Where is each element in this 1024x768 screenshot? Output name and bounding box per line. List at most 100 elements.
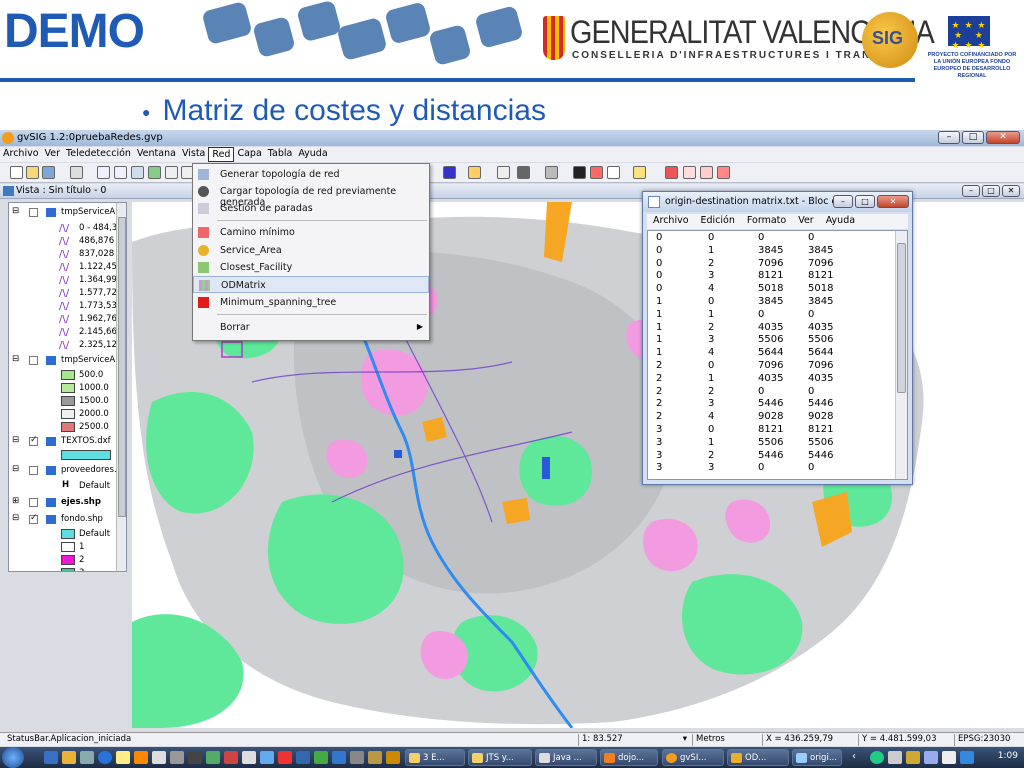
- quicklaunch-icon[interactable]: [350, 751, 364, 764]
- menu-item-gestion-paradas[interactable]: Gestión de paradas: [193, 200, 429, 217]
- layer-visibility-checkbox[interactable]: [29, 513, 38, 524]
- toc-layer[interactable]: ⊟ tmpServiceAr: [9, 206, 119, 219]
- toc-scrollbar[interactable]: [116, 203, 126, 571]
- quicklaunch-icon[interactable]: [332, 751, 346, 764]
- rect-icon[interactable]: [590, 166, 603, 179]
- menu-ver[interactable]: Ver: [42, 147, 64, 162]
- zoom-out-icon[interactable]: [114, 166, 127, 179]
- layers-icon[interactable]: [70, 166, 83, 179]
- save-icon[interactable]: [42, 166, 55, 179]
- menu-item-camino-minimo[interactable]: Camino mínimo: [193, 224, 429, 241]
- frame-icon[interactable]: [607, 166, 620, 179]
- notepad-menu-edicion[interactable]: Edición: [695, 214, 741, 229]
- notepad-menu-ver[interactable]: Ver: [792, 214, 820, 229]
- taskbar-item[interactable]: dojo...: [600, 749, 658, 766]
- pan-icon[interactable]: [148, 166, 161, 179]
- notepad-menu-archivo[interactable]: Archivo: [647, 214, 695, 229]
- quicklaunch-icon[interactable]: [116, 751, 130, 764]
- menu-item-cargar-topologia[interactable]: Cargar topología de red previamente gene…: [193, 183, 429, 208]
- menu-ayuda[interactable]: Ayuda: [295, 147, 330, 162]
- menu-item-borrar[interactable]: Borrar ▶: [193, 319, 429, 336]
- toc-layer[interactable]: ⊟ tmpServiceAr: [9, 354, 119, 367]
- close-button[interactable]: ✕: [986, 131, 1020, 144]
- network-barrier-icon[interactable]: [700, 166, 713, 179]
- toc-layer[interactable]: ⊟ TEXTOS.dxf: [9, 435, 119, 448]
- quicklaunch-icon[interactable]: [224, 751, 238, 764]
- layer-visibility-checkbox[interactable]: [29, 356, 38, 365]
- network-icon[interactable]: [960, 751, 974, 764]
- full-extent-icon[interactable]: [165, 166, 178, 179]
- quicklaunch-icon[interactable]: [278, 751, 292, 764]
- tray-icon[interactable]: [888, 751, 902, 764]
- notepad-scroll-thumb[interactable]: [897, 243, 906, 393]
- taskbar-item[interactable]: Java ...: [535, 749, 597, 766]
- network-flag-icon[interactable]: [665, 166, 678, 179]
- notepad-minimize-button[interactable]: –: [833, 195, 853, 208]
- menu-ventana[interactable]: Ventana: [134, 147, 179, 162]
- minimize-button[interactable]: –: [938, 131, 960, 144]
- menu-archivo[interactable]: Archivo: [0, 147, 42, 162]
- menu-vista[interactable]: Vista: [179, 147, 208, 162]
- start-button[interactable]: [2, 747, 24, 768]
- toc-scroll-thumb[interactable]: [118, 217, 126, 517]
- layer-visibility-checkbox[interactable]: [29, 435, 38, 446]
- quicklaunch-icon[interactable]: [314, 751, 328, 764]
- notepad-menu-ayuda[interactable]: Ayuda: [820, 214, 861, 229]
- quicklaunch-icon[interactable]: [170, 751, 184, 764]
- quicklaunch-icon[interactable]: [44, 751, 58, 764]
- taskbar-item[interactable]: JTS y...: [468, 749, 532, 766]
- layer-visibility-checkbox[interactable]: [29, 466, 38, 475]
- menu-item-generar-topologia[interactable]: Generar topología de red: [193, 166, 429, 183]
- scale-selector[interactable]: 1: 83.527 ▾: [578, 734, 690, 746]
- menu-item-minimum-spanning-tree[interactable]: Minimum_spanning_tree: [193, 294, 429, 311]
- quicklaunch-icon[interactable]: [152, 751, 166, 764]
- filter-icon[interactable]: [443, 166, 456, 179]
- tray-icon[interactable]: [870, 751, 884, 764]
- menu-capa[interactable]: Capa: [234, 147, 264, 162]
- view-minimize-button[interactable]: –: [962, 185, 980, 197]
- notepad-close-button[interactable]: ✕: [877, 195, 909, 208]
- taskbar-item[interactable]: 3 E...: [405, 749, 465, 766]
- quicklaunch-icon[interactable]: [386, 751, 400, 764]
- quicklaunch-icon[interactable]: [188, 751, 202, 764]
- quicklaunch-icon[interactable]: [80, 751, 94, 764]
- layer-visibility-checkbox[interactable]: [29, 208, 38, 217]
- menu-red[interactable]: Red: [208, 147, 235, 162]
- note-icon[interactable]: [633, 166, 646, 179]
- quicklaunch-icon[interactable]: [206, 751, 220, 764]
- taskbar-item[interactable]: origi...: [792, 749, 842, 766]
- notepad-scrollbar[interactable]: [895, 231, 907, 479]
- quicklaunch-icon[interactable]: [260, 751, 274, 764]
- table-icon[interactable]: [468, 166, 481, 179]
- quicklaunch-icon[interactable]: [62, 751, 76, 764]
- menu-item-closest-facility[interactable]: Closest_Facility: [193, 259, 429, 276]
- tray-icon[interactable]: [906, 751, 920, 764]
- toc-layer[interactable]: ⊞ ejes.shp: [9, 496, 119, 509]
- new-file-icon[interactable]: [10, 166, 23, 179]
- zoom-select-icon[interactable]: [131, 166, 144, 179]
- notepad-text-area[interactable]: 0 0 0 0 0 1 3845 3845 0 2 7096 7096 0 3 8121 8121 0 4 5018…: [647, 230, 908, 480]
- tray-icon[interactable]: [924, 751, 938, 764]
- toc-layer[interactable]: ⊟ fondo.shp: [9, 513, 119, 526]
- notepad-maximize-button[interactable]: □: [855, 195, 875, 208]
- select-icon[interactable]: [497, 166, 510, 179]
- menu-tabla[interactable]: Tabla: [265, 147, 296, 162]
- quicklaunch-icon[interactable]: [368, 751, 382, 764]
- edit-icon[interactable]: [545, 166, 558, 179]
- notepad-menu-formato[interactable]: Formato: [741, 214, 792, 229]
- menu-item-odmatrix[interactable]: ODMatrix: [193, 276, 429, 293]
- quicklaunch-icon[interactable]: [296, 751, 310, 764]
- volume-icon[interactable]: [942, 751, 956, 764]
- menu-teledeteccion[interactable]: Teledetección: [63, 147, 134, 162]
- tray-expand-icon[interactable]: ‹: [852, 751, 856, 762]
- ie-icon[interactable]: [98, 751, 112, 764]
- menu-item-service-area[interactable]: Service_Area: [193, 242, 429, 259]
- network-clear-icon[interactable]: [717, 166, 730, 179]
- measure-icon[interactable]: [573, 166, 586, 179]
- zoom-in-icon[interactable]: [97, 166, 110, 179]
- tools-icon[interactable]: [517, 166, 530, 179]
- toc-layer[interactable]: ⊟ proveedores.s: [9, 464, 121, 477]
- quicklaunch-icon[interactable]: [242, 751, 256, 764]
- taskbar-item[interactable]: gvSI...: [662, 749, 724, 766]
- layer-visibility-checkbox[interactable]: [29, 498, 38, 507]
